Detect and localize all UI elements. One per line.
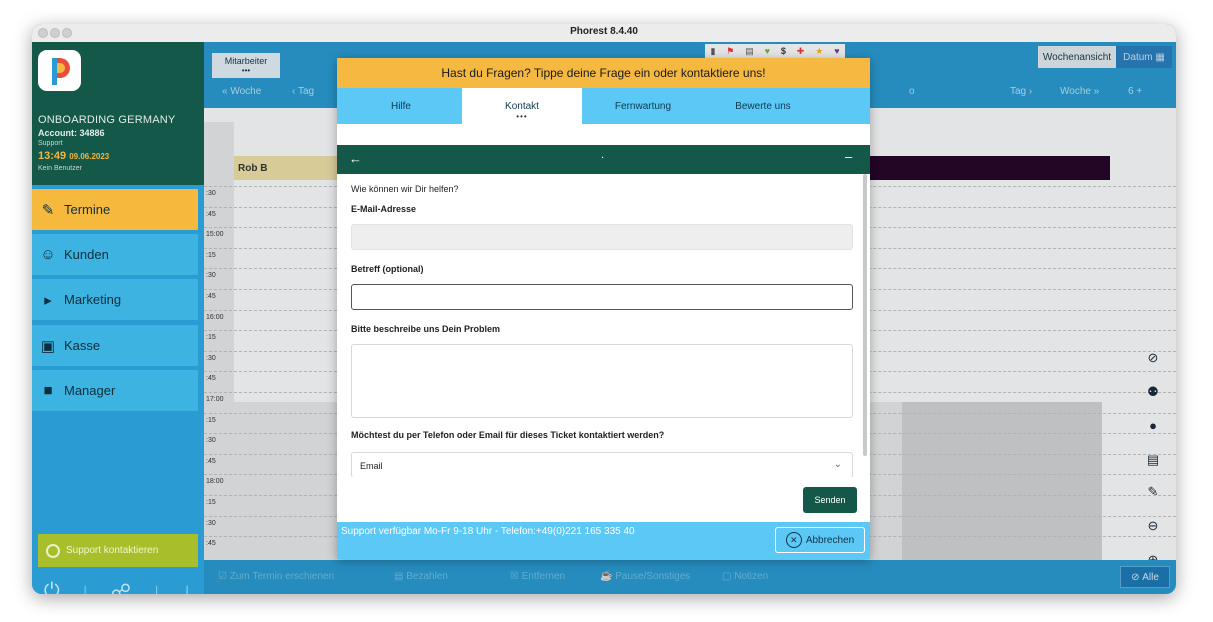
face-icon: ☺: [40, 246, 56, 263]
star-icon: ★: [815, 45, 824, 56]
sidebar-footer: ⏻ | ☍ | ↓: [32, 570, 204, 595]
active-tab-dots: •••: [516, 112, 528, 121]
heart-icon: ♥: [764, 46, 770, 56]
email-label: E-Mail-Adresse: [351, 204, 417, 214]
tab-bewerte-uns[interactable]: Bewerte uns: [703, 88, 823, 124]
form-title-bar: ← . –: [337, 145, 870, 174]
close-icon: ✕: [785, 532, 802, 548]
phorest-logo: [38, 50, 81, 91]
support-hours: Support verfügbar Mo-Fr 9-18 Uhr - Telef…: [341, 526, 635, 537]
cart-icon: ▣: [40, 337, 56, 355]
email-field[interactable]: [351, 224, 853, 250]
briefcase-icon: ■: [43, 382, 53, 399]
sidebar-item-label: Termine: [64, 202, 111, 217]
support-contact-button[interactable]: Support kontaktieren: [38, 534, 198, 567]
phone-icon: ▮: [710, 45, 716, 56]
account-number: Account: 34886: [38, 128, 105, 138]
problem-textarea[interactable]: [351, 344, 853, 418]
sidebar-item-label: Marketing: [64, 292, 122, 307]
sidebar-item-label: Kasse: [64, 338, 101, 353]
lock-icon[interactable]: ☍: [111, 579, 131, 595]
tab-fernwartung[interactable]: Fernwartung: [583, 88, 703, 124]
support-modal: Hast du Fragen? Tippe deine Frage ein od…: [337, 58, 870, 559]
contact-form: Wie können wir Dir helfen? E-Mail-Adress…: [337, 174, 870, 477]
cross-icon: ✚: [796, 45, 805, 56]
send-button[interactable]: Senden: [803, 487, 857, 513]
arrow-down-icon[interactable]: ↓: [182, 580, 192, 595]
status-icon-bar: ▮ ⚑ ▤ ♥ $ ✚ ★ ♥: [705, 44, 845, 58]
form-scrollbar[interactable]: [863, 174, 867, 456]
sidebar-item-termine[interactable]: ✎ Termine: [32, 189, 198, 230]
subject-input[interactable]: [351, 284, 853, 310]
sidebar-item-kasse[interactable]: ▣ Kasse: [32, 325, 198, 366]
current-user: Kein Benutzer: [38, 165, 82, 172]
power-icon[interactable]: ⏻: [44, 580, 60, 595]
modal-header: Hast du Fragen? Tippe deine Frage ein od…: [337, 58, 870, 88]
heart-purple-icon: ♥: [834, 46, 840, 56]
sidebar-item-label: Manager: [64, 383, 116, 398]
subject-label: Betreff (optional): [351, 264, 424, 274]
sidebar-item-kunden[interactable]: ☺ Kunden: [32, 234, 198, 275]
calendar-edit-icon: ✎: [41, 201, 55, 219]
form-intro: Wie können wir Dir helfen?: [351, 184, 459, 194]
title-bar: Phorest 8.4.40: [32, 24, 1176, 43]
chevron-down-icon: ⌄: [833, 459, 842, 470]
sidebar-item-manager[interactable]: ■ Manager: [32, 370, 198, 411]
divider: |: [154, 583, 159, 594]
current-time: 13:49 09.06.2023: [38, 150, 110, 162]
modal-tabs: Hilfe Kontakt ••• Fernwartung Bewerte un…: [337, 88, 870, 124]
tab-kontakt[interactable]: Kontakt •••: [462, 88, 582, 124]
lifebuoy-icon: [46, 543, 60, 558]
form-title: .: [601, 149, 605, 161]
minimize-icon[interactable]: –: [845, 149, 852, 164]
problem-label: Bitte beschreibe uns Dein Problem: [351, 324, 501, 334]
flag-icon: ⚑: [726, 45, 735, 56]
sidebar-item-marketing[interactable]: ▸ Marketing: [32, 279, 198, 320]
dollar-icon: $: [780, 46, 786, 56]
sidebar-item-label: Kunden: [64, 247, 109, 262]
contact-preference-select[interactable]: Email ⌄: [351, 452, 853, 477]
sidebar: ONBOARDING GERMANY Account: 34886 Suppor…: [32, 42, 204, 594]
contact-preference-label: Möchtest du per Telefon oder Email für d…: [351, 430, 665, 440]
document-icon: ▤: [745, 45, 754, 56]
user-role: Support: [38, 140, 63, 147]
tab-hilfe[interactable]: Hilfe: [341, 88, 461, 124]
cancel-button[interactable]: ✕ Abbrechen: [775, 527, 865, 553]
sidebar-header: ONBOARDING GERMANY Account: 34886 Suppor…: [32, 42, 204, 185]
divider: |: [83, 583, 88, 594]
megaphone-icon: ▸: [44, 291, 52, 309]
back-arrow-icon[interactable]: ←: [349, 151, 362, 166]
organization-name: ONBOARDING GERMANY: [38, 114, 176, 126]
window-title: Phorest 8.4.40: [570, 26, 638, 37]
modal-footer: Support verfügbar Mo-Fr 9-18 Uhr - Telef…: [337, 522, 870, 559]
